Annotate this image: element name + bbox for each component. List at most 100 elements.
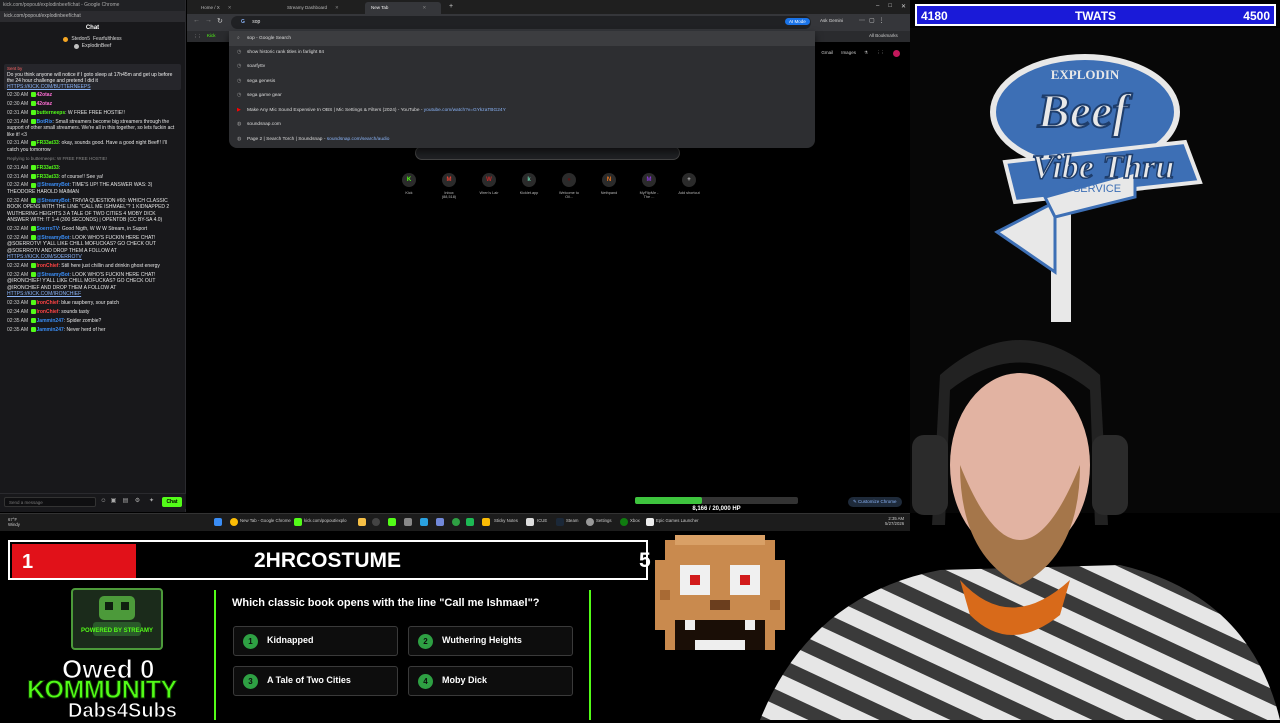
message-username[interactable]: 42otaz <box>37 101 53 107</box>
leader-name[interactable]: ExplodinBeef <box>82 43 111 49</box>
message-username[interactable]: @StreamyBot <box>37 182 70 188</box>
avatar[interactable] <box>893 50 900 57</box>
trash-icon[interactable]: ▤ <box>122 498 129 505</box>
settings-icon[interactable] <box>586 518 594 526</box>
obs-icon[interactable] <box>372 518 380 526</box>
taskbar-item[interactable]: ICUE <box>537 518 547 523</box>
extensions-icons[interactable]: ⋯▢⋮ <box>859 17 889 24</box>
kick-icon[interactable] <box>294 518 302 526</box>
new-tab-plus-icon[interactable]: + <box>449 3 453 10</box>
sticky-notes-icon[interactable] <box>482 518 490 526</box>
bolt-icon[interactable]: ✦ <box>148 498 155 505</box>
close-window-icon[interactable]: ✕ <box>901 3 906 10</box>
shortcut-tile[interactable]: M MyFlipMe - The ... <box>637 173 661 199</box>
taskbar-item[interactable]: Steam <box>566 518 578 523</box>
forward-icon[interactable]: → <box>205 17 212 24</box>
app-icon[interactable] <box>466 518 474 526</box>
omnibox-suggestion[interactable]: ◷ soarfyttv <box>229 60 815 75</box>
message-username[interactable]: IronChief <box>37 309 59 315</box>
chat-send-button[interactable]: Chat <box>162 497 182 507</box>
taskbar-item[interactable]: kick.com/popout/explo <box>304 518 347 523</box>
taskbar-item[interactable]: Sticky Notes <box>494 518 518 523</box>
tab-home-x[interactable]: Home / X ✕ <box>195 2 238 14</box>
leader-name[interactable]: Fearfulthless <box>93 36 122 42</box>
close-icon[interactable]: ✕ <box>335 5 339 10</box>
apps-grid-icon[interactable]: ⋮⋮ <box>876 50 885 57</box>
message-username[interactable]: FR33at33 <box>37 140 59 146</box>
maximize-icon[interactable]: □ <box>888 3 892 10</box>
xbox-icon[interactable] <box>620 518 628 526</box>
spotify-icon[interactable] <box>452 518 460 526</box>
omnibox-suggestion[interactable]: ◷ sega genesis <box>229 75 815 90</box>
chat-message-input[interactable]: Send a message <box>4 497 96 507</box>
message-username[interactable]: @StreamyBot <box>37 198 70 204</box>
message-username[interactable]: butterneeps <box>37 110 66 116</box>
message-username[interactable]: Jammin247 <box>37 327 64 333</box>
message-username[interactable]: SoerroTV <box>37 226 60 232</box>
subscriber-badge-icon <box>30 234 36 240</box>
settings-icon[interactable]: ⚙ <box>134 498 141 505</box>
play-icon[interactable] <box>388 518 396 526</box>
omnibox-suggestion[interactable]: ◍ soundsnap.com <box>229 118 815 133</box>
message-username[interactable]: FR33at33 <box>37 165 59 171</box>
message-username[interactable]: @StreamyBot <box>37 272 70 278</box>
taskbar-item[interactable]: New Tab - Google Chrome <box>240 518 291 523</box>
omnibox-suggestion[interactable]: ▶ Make Any Mic Sound Expensive In OBS | M… <box>229 104 815 119</box>
chat-url-bar[interactable]: kick.com/popout/explodinbeef/chat <box>0 11 185 22</box>
taskbar-item[interactable]: Settings <box>596 518 612 523</box>
ask-gemini-button[interactable]: Ask Gemini <box>820 18 843 23</box>
message-username[interactable]: 42otaz <box>37 92 53 98</box>
bookmark-kick[interactable]: Kick <box>207 33 216 38</box>
tab-new-tab[interactable]: New Tab ✕ <box>365 2 441 14</box>
message-username[interactable]: Jammin247 <box>37 318 64 324</box>
message-username[interactable]: BotRix <box>37 119 53 125</box>
images-link[interactable]: Images <box>841 50 856 57</box>
google-search-box[interactable] <box>415 146 680 160</box>
shortcut-tile[interactable]: M Inbox (88,518) <box>437 173 461 199</box>
tab-streamy-dashboard[interactable]: Streamy Dashboard ✕ <box>281 2 345 14</box>
message-link[interactable]: HTTPS://KICK.COM/SOERROTV <box>7 254 82 260</box>
minimize-icon[interactable]: – <box>876 3 879 10</box>
shortcut-tile[interactable]: + Add shortcut <box>677 173 701 199</box>
taskbar-item[interactable]: Xbox <box>630 518 640 523</box>
shortcut-tile[interactable]: ● Welcome to Oil... <box>557 173 581 199</box>
weather-widget[interactable]: 67°F Windy <box>8 517 20 527</box>
steam-icon[interactable] <box>556 518 564 526</box>
discord-icon[interactable] <box>436 518 444 526</box>
close-icon[interactable]: ✕ <box>422 5 426 10</box>
labs-icon[interactable]: ⚗ <box>864 50 868 57</box>
gift-icon[interactable]: ▣ <box>110 498 117 505</box>
leader-name[interactable]: Stedon5 <box>71 36 90 42</box>
emote-icon[interactable]: ☺ <box>100 498 107 505</box>
windows-start-icon[interactable] <box>214 518 222 526</box>
message-username[interactable]: @StreamyBot <box>37 235 70 241</box>
omnibox-suggestion[interactable]: ◷ show historic rank titles in farlight 8… <box>229 46 815 61</box>
omnibox-suggestion[interactable]: ⌕ sop - Google Search <box>229 31 815 46</box>
folder-icon[interactable] <box>358 518 366 526</box>
close-icon[interactable]: ✕ <box>228 5 232 10</box>
shortcut-tile[interactable]: W Wren's Lair <box>477 173 501 199</box>
message-username[interactable]: IronChief <box>37 263 59 269</box>
shortcut-tile[interactable]: k Kicklet.app <box>517 173 541 199</box>
back-icon[interactable]: ← <box>193 17 200 24</box>
message-link[interactable]: HTTPS://KICK.COM/IRONCHIEF <box>7 291 81 297</box>
telegram-icon[interactable] <box>420 518 428 526</box>
omnibox-suggestion[interactable]: ◍ Page 2 | Search Torch | Soundsnap - sou… <box>229 133 815 148</box>
shortcut-tile[interactable]: N Nethpand <box>597 173 621 199</box>
message-username[interactable]: IronChief <box>37 300 59 306</box>
ai-mode-button[interactable]: AI Mode <box>785 18 810 25</box>
chrome-icon[interactable] <box>230 518 238 526</box>
reload-icon[interactable]: ↻ <box>217 17 223 25</box>
omnibox-text[interactable]: sop <box>252 19 260 25</box>
pinned-message[interactable]: Sent by Do you think anyone will notice … <box>4 64 181 90</box>
pinned-link[interactable]: HTTPS://KICK.COM/BUTTERNEEPS <box>7 84 178 90</box>
message-username[interactable]: FR33at33 <box>37 174 59 180</box>
shortcut-tile[interactable]: K Kick <box>397 173 421 199</box>
gmail-link[interactable]: Gmail <box>821 50 833 57</box>
omnibox-suggestion[interactable]: ◷ sega game gear <box>229 89 815 104</box>
app-icon[interactable] <box>404 518 412 526</box>
all-bookmarks[interactable]: All Bookmarks <box>869 33 898 38</box>
icue-icon[interactable] <box>526 518 534 526</box>
apps-grid-icon[interactable]: ⋮⋮ <box>193 34 202 40</box>
omnibox[interactable]: G sop <box>231 16 811 29</box>
